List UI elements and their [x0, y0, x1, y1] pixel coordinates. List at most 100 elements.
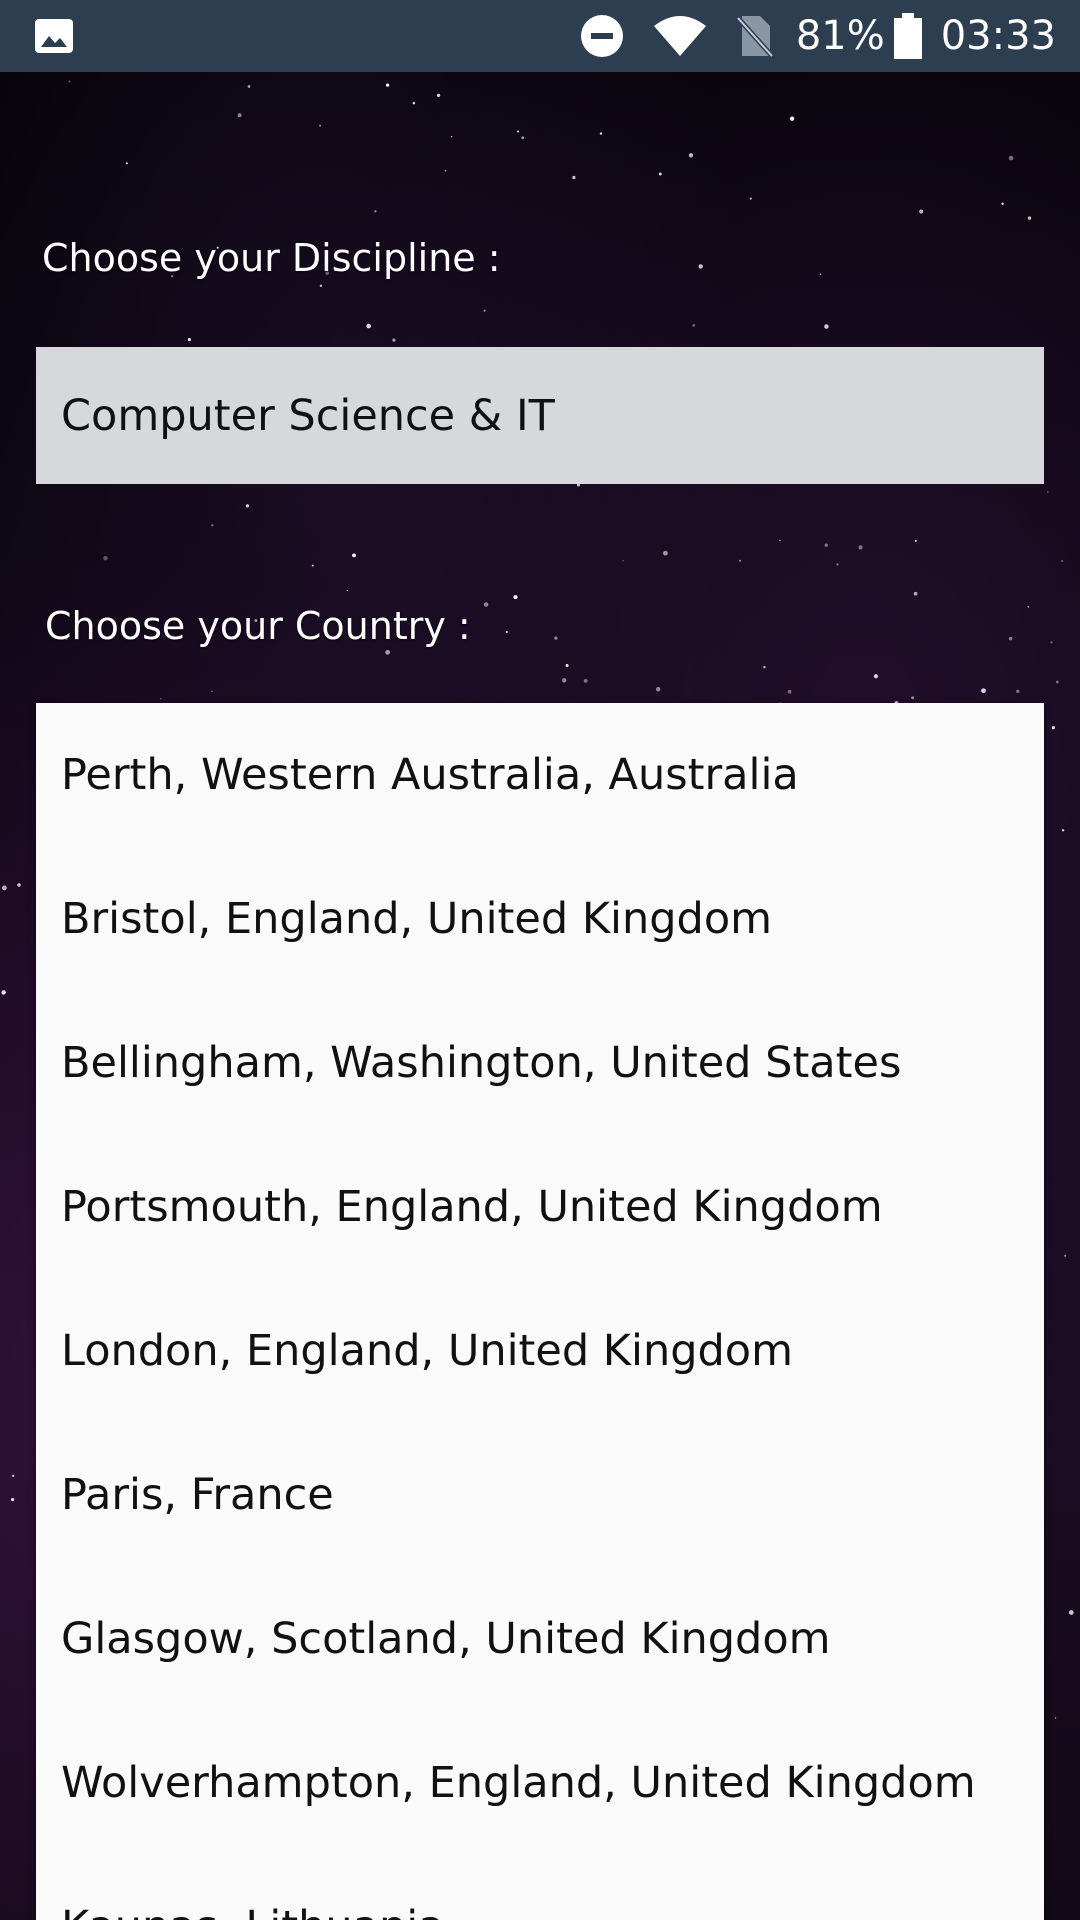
star-dot	[483, 309, 486, 312]
star-dot	[919, 209, 924, 214]
star-dot	[1054, 1717, 1057, 1719]
star-dot	[319, 284, 323, 287]
star-dot	[698, 264, 703, 269]
star-dot	[125, 162, 128, 165]
star-dot	[836, 563, 839, 566]
star-dot	[68, 80, 71, 83]
discipline-label: Choose your Discipline :	[42, 236, 501, 280]
star-dot	[655, 686, 661, 692]
star-dot	[913, 591, 918, 596]
star-dot	[311, 564, 314, 567]
dropdown-item-label: Paris, France	[61, 1470, 334, 1520]
star-dot	[2, 885, 7, 891]
dropdown-item[interactable]: Kaunas, Lithuania	[36, 1855, 1044, 1920]
star-dot	[824, 543, 828, 547]
star-dot	[622, 560, 624, 562]
dropdown-item[interactable]: Paris, France	[36, 1423, 1044, 1567]
star-dot	[658, 172, 662, 176]
star-dot	[1068, 1610, 1074, 1615]
star-dot	[436, 93, 441, 98]
star-dot	[211, 524, 214, 527]
star-dot	[858, 545, 863, 550]
star-dot	[1008, 636, 1013, 641]
star-dot	[1001, 202, 1004, 205]
star-dot	[763, 665, 766, 669]
star-dot	[787, 689, 792, 694]
star-dot	[1061, 829, 1065, 832]
dropdown-item[interactable]: Glasgow, Scotland, United Kingdom	[36, 1567, 1044, 1711]
dropdown-item[interactable]: Bristol, England, United Kingdom	[36, 847, 1044, 991]
star-dot	[247, 85, 251, 88]
battery-percent: 81%	[795, 13, 885, 59]
star-dot	[385, 83, 390, 87]
star-dot	[245, 504, 250, 508]
dropdown-item-label: Glasgow, Scotland, United Kingdom	[61, 1614, 831, 1664]
dropdown-item[interactable]: Bellingham, Washington, United States	[36, 991, 1044, 1135]
star-dot	[11, 1474, 15, 1478]
dropdown-item-label: Perth, Western Australia, Australia	[61, 750, 799, 800]
wifi-icon	[653, 16, 706, 56]
no-sim-icon	[735, 16, 774, 58]
star-dot	[17, 883, 21, 887]
star-dot	[583, 678, 588, 683]
star-dot	[663, 550, 668, 556]
star-dot	[160, 698, 162, 700]
star-dot	[1, 990, 6, 995]
dropdown-item-label: Bellingham, Washington, United States	[61, 1038, 902, 1088]
star-dot	[237, 113, 242, 118]
battery-icon	[893, 13, 922, 59]
star-dot	[513, 595, 518, 600]
star-dot	[1064, 1254, 1067, 1257]
dropdown-item-label: London, England, United Kingdom	[61, 1326, 793, 1376]
dropdown-item[interactable]: Perth, Western Australia, Australia	[36, 703, 1044, 847]
star-dot	[10, 1497, 15, 1502]
star-dot	[1016, 689, 1020, 694]
discipline-spinner[interactable]: Computer Science & IT	[36, 347, 1044, 484]
star-dot	[688, 153, 694, 158]
star-dot	[444, 169, 447, 172]
clock: 03:33	[940, 13, 1056, 59]
star-dot	[366, 323, 372, 329]
star-dot	[412, 101, 416, 105]
star-dot	[521, 136, 525, 140]
dropdown-item-label: Wolverhampton, England, United Kingdom	[61, 1758, 976, 1808]
star-dot	[346, 589, 348, 592]
image-icon	[35, 19, 73, 53]
star-dot	[1055, 680, 1059, 684]
star-dot	[819, 273, 822, 276]
star-dot	[483, 602, 489, 607]
star-dot	[565, 663, 569, 668]
star-dot	[1027, 216, 1032, 220]
star-dot	[739, 559, 742, 562]
status-bar: 81% 03:33	[0, 0, 1080, 72]
star-dot	[1008, 155, 1014, 161]
star-dot	[505, 630, 508, 634]
star-dot	[824, 324, 829, 329]
country-dropdown-list[interactable]: Perth, Western Australia, Australia Bris…	[36, 703, 1044, 1920]
star-dot	[211, 690, 213, 693]
dropdown-item-label: Portsmouth, England, United Kingdom	[61, 1182, 883, 1232]
dropdown-item-label: Kaunas, Lithuania	[61, 1902, 445, 1920]
star-dot	[873, 674, 879, 679]
star-dot	[187, 338, 191, 342]
star-dot	[562, 678, 567, 683]
star-dot	[385, 649, 390, 655]
star-dot	[1051, 726, 1055, 730]
star-dot	[319, 124, 322, 127]
star-dot	[914, 539, 917, 542]
star-dot	[352, 553, 356, 558]
star-dot	[749, 197, 752, 200]
star-dot	[789, 116, 795, 121]
country-label: Choose your Country :	[45, 604, 471, 648]
dropdown-item[interactable]: Portsmouth, England, United Kingdom	[36, 1135, 1044, 1279]
star-dot	[692, 323, 696, 327]
star-dot	[103, 555, 108, 561]
star-dot	[1061, 560, 1063, 562]
star-dot	[374, 210, 377, 213]
star-dot	[911, 696, 915, 700]
star-dot	[392, 338, 396, 342]
dropdown-item[interactable]: Wolverhampton, England, United Kingdom	[36, 1711, 1044, 1855]
star-dot	[1027, 606, 1030, 608]
dropdown-item[interactable]: London, England, United Kingdom	[36, 1279, 1044, 1423]
star-dot	[517, 130, 520, 133]
